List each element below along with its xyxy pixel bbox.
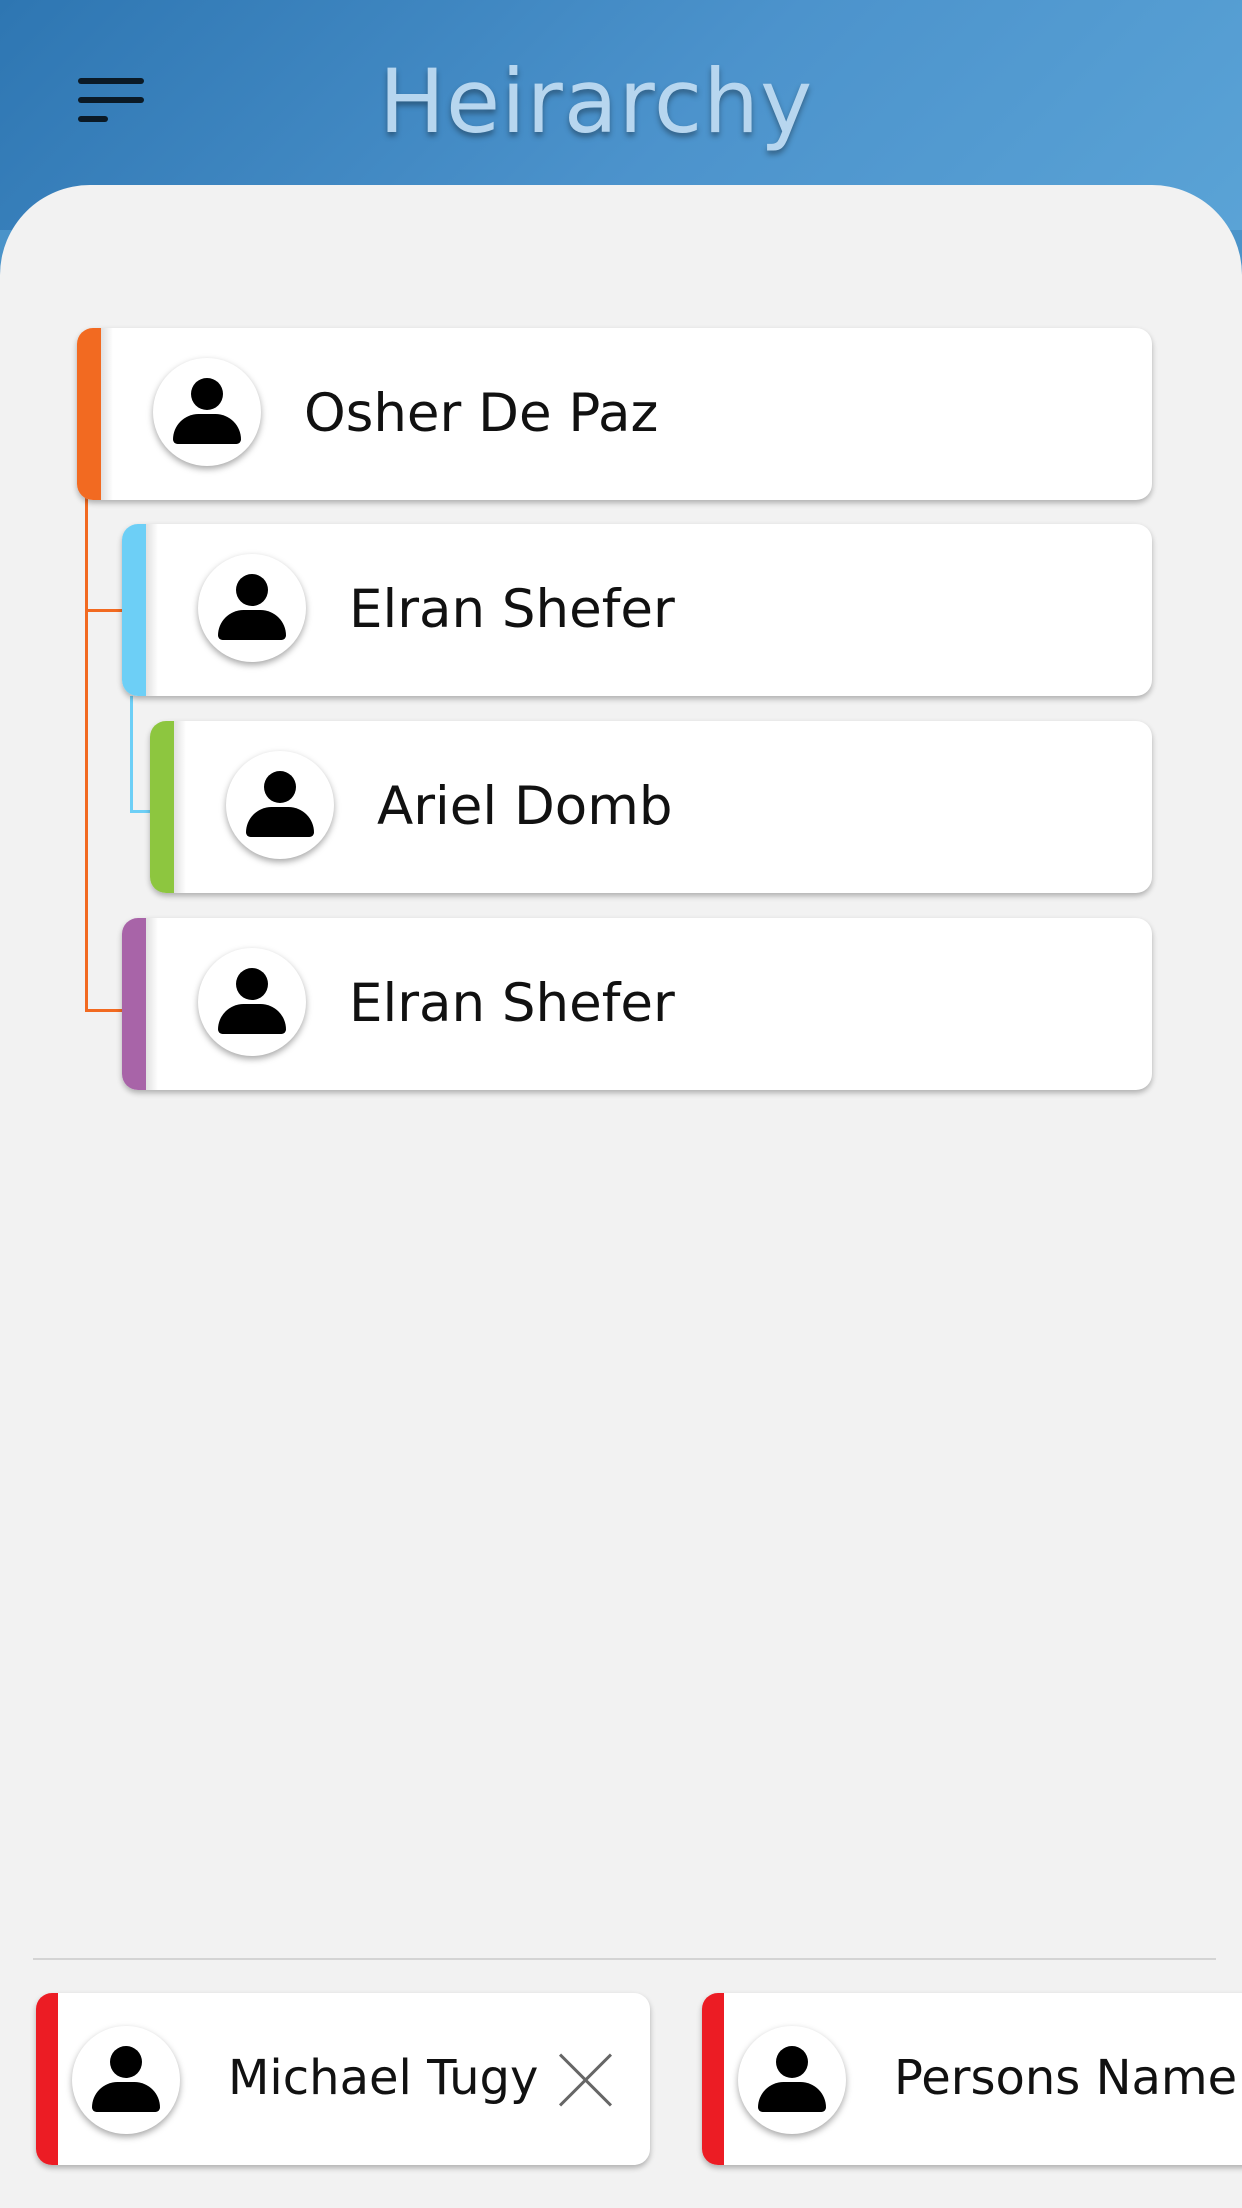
person-name: Michael Tugy [228, 2050, 539, 2106]
selected-person-chip-michael-tugy[interactable]: Michael Tugy [36, 1993, 650, 2165]
color-stripe [150, 721, 186, 893]
tree-connector-orange-branch-2 [85, 1009, 125, 1012]
person-icon [226, 751, 334, 859]
color-stripe [122, 524, 158, 696]
tree-connector-blue-branch [130, 810, 152, 813]
color-stripe [77, 328, 113, 500]
hierarchy-card-ariel-domb[interactable]: Ariel Domb [150, 721, 1152, 893]
person-icon [198, 554, 306, 662]
person-name: Osher De Paz [304, 383, 659, 444]
person-name: Ariel Domb [377, 776, 673, 837]
selected-person-chip-persons-name[interactable]: Persons Name [702, 1993, 1242, 2165]
person-icon [72, 2026, 180, 2134]
person-icon [198, 948, 306, 1056]
close-icon[interactable] [556, 2050, 616, 2110]
color-stripe [122, 918, 158, 1090]
divider [33, 1958, 1216, 1960]
person-icon [153, 358, 261, 466]
tree-connector-blue [130, 696, 133, 812]
hierarchy-card-elran-shefer[interactable]: Elran Shefer [122, 524, 1152, 696]
hierarchy-card-osher-de-paz[interactable]: Osher De Paz [77, 328, 1152, 500]
person-name: Elran Shefer [349, 579, 675, 640]
color-stripe [36, 1993, 58, 2165]
page-title: Heirarchy [378, 50, 814, 153]
color-stripe [702, 1993, 724, 2165]
hierarchy-card-elran-shefer-2[interactable]: Elran Shefer [122, 918, 1152, 1090]
tree-connector-orange-branch-1 [85, 609, 125, 612]
person-name: Persons Name [894, 2050, 1238, 2106]
person-name: Elran Shefer [349, 973, 675, 1034]
tree-connector-orange [85, 497, 88, 1011]
person-icon [738, 2026, 846, 2134]
